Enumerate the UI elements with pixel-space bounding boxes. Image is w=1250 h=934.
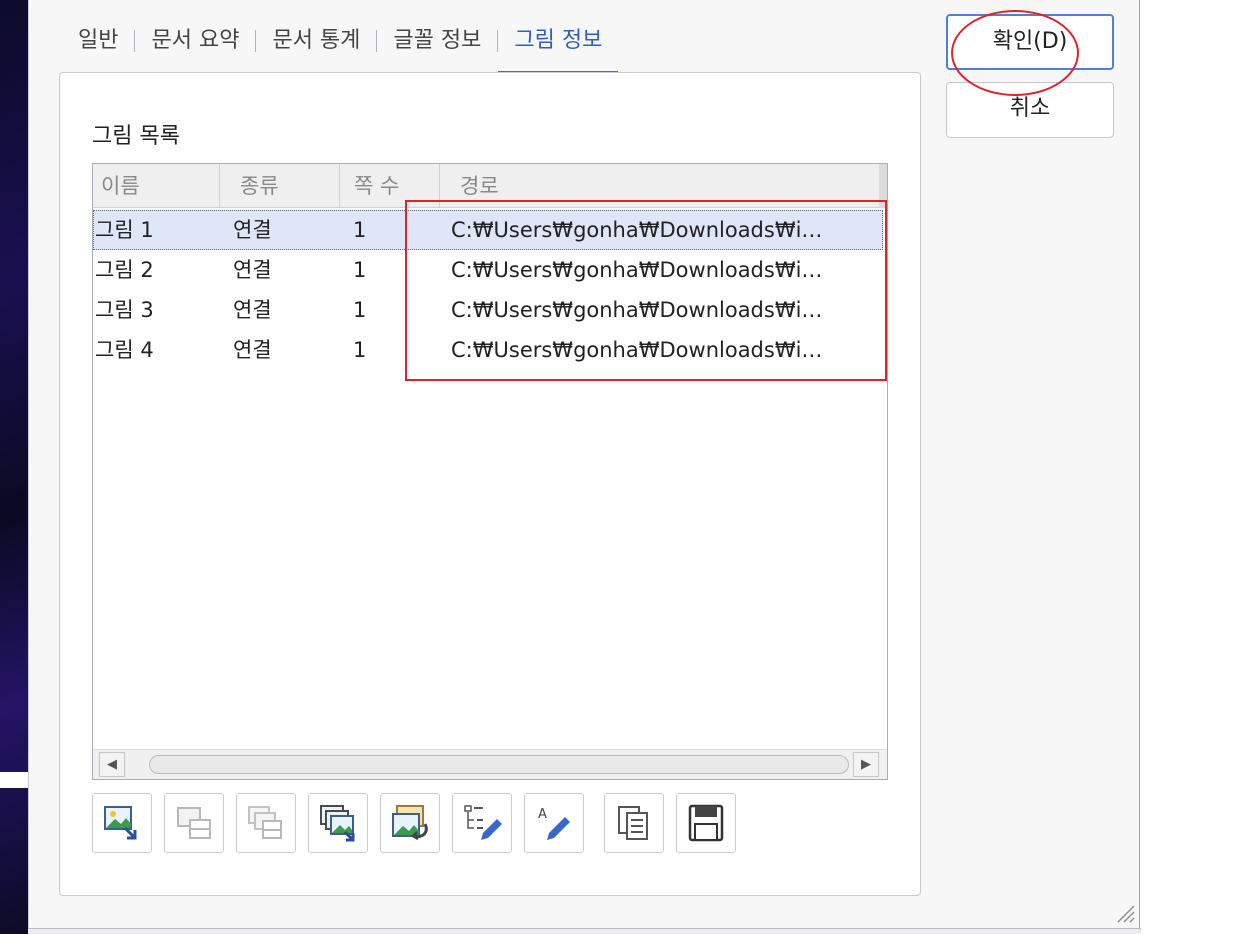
replace-picture-button[interactable] — [380, 793, 440, 853]
scrollbar-thumb[interactable] — [149, 755, 849, 774]
copy-icon — [618, 806, 648, 840]
picture-frame-button[interactable] — [164, 793, 224, 853]
svg-text:A: A — [538, 807, 547, 822]
background-area — [1141, 0, 1250, 934]
cell-type: 연결 — [233, 218, 272, 242]
cell-type: 연결 — [233, 258, 272, 282]
highlight-rectangle — [405, 200, 887, 381]
cell-name: 그림 1 — [95, 218, 154, 242]
scroll-right-button[interactable]: ▶ — [853, 752, 879, 777]
resize-grip-icon[interactable] — [1114, 902, 1136, 924]
column-header-name[interactable]: 이름 — [93, 164, 220, 208]
cell-type: 연결 — [233, 298, 272, 322]
cell-name: 그림 3 — [95, 298, 154, 322]
section-title: 그림 목록 — [92, 124, 180, 149]
tab-font-info[interactable]: 글꼴 정보 — [377, 18, 497, 74]
desktop-wallpaper — [0, 0, 28, 934]
insert-picture-button[interactable] — [92, 793, 152, 853]
edit-text-icon: A — [538, 807, 570, 840]
tab-general[interactable]: 일반 — [62, 18, 134, 74]
horizontal-scrollbar[interactable]: ◀ ▶ — [93, 749, 887, 779]
edit-text-button[interactable]: A — [524, 793, 584, 853]
cell-pages: 1 — [353, 258, 367, 282]
highlight-ellipse — [951, 10, 1079, 96]
tab-document-summary[interactable]: 문서 요약 — [135, 18, 255, 74]
picture-to-frame-icon — [177, 807, 211, 839]
copy-button[interactable] — [604, 793, 664, 853]
save-pictures-icon — [320, 805, 355, 842]
column-header-type[interactable]: 종류 — [220, 164, 340, 208]
replace-picture-icon — [392, 805, 428, 841]
save-pictures-button[interactable] — [308, 793, 368, 853]
cell-name: 그림 4 — [95, 338, 154, 362]
insert-picture-icon — [104, 806, 137, 840]
scroll-left-button[interactable]: ◀ — [99, 752, 125, 777]
dialog-bottom-edge — [28, 928, 1141, 934]
tab-document-statistics[interactable]: 문서 통계 — [256, 18, 376, 74]
tab-bar: 일반 문서 요약 문서 통계 글꼴 정보 그림 정보 — [62, 18, 619, 74]
cell-pages: 1 — [353, 298, 367, 322]
copy-frame-icon — [248, 806, 282, 839]
tab-picture-info[interactable]: 그림 정보 — [498, 18, 619, 74]
cell-type: 연결 — [233, 338, 272, 362]
cell-pages: 1 — [353, 218, 367, 242]
cell-pages: 1 — [353, 338, 367, 362]
edit-list-button[interactable] — [452, 793, 512, 853]
edit-list-icon — [464, 805, 502, 840]
copy-frame-button[interactable] — [236, 793, 296, 853]
cell-name: 그림 2 — [95, 258, 154, 282]
save-button[interactable] — [676, 793, 736, 853]
save-icon — [688, 804, 724, 842]
